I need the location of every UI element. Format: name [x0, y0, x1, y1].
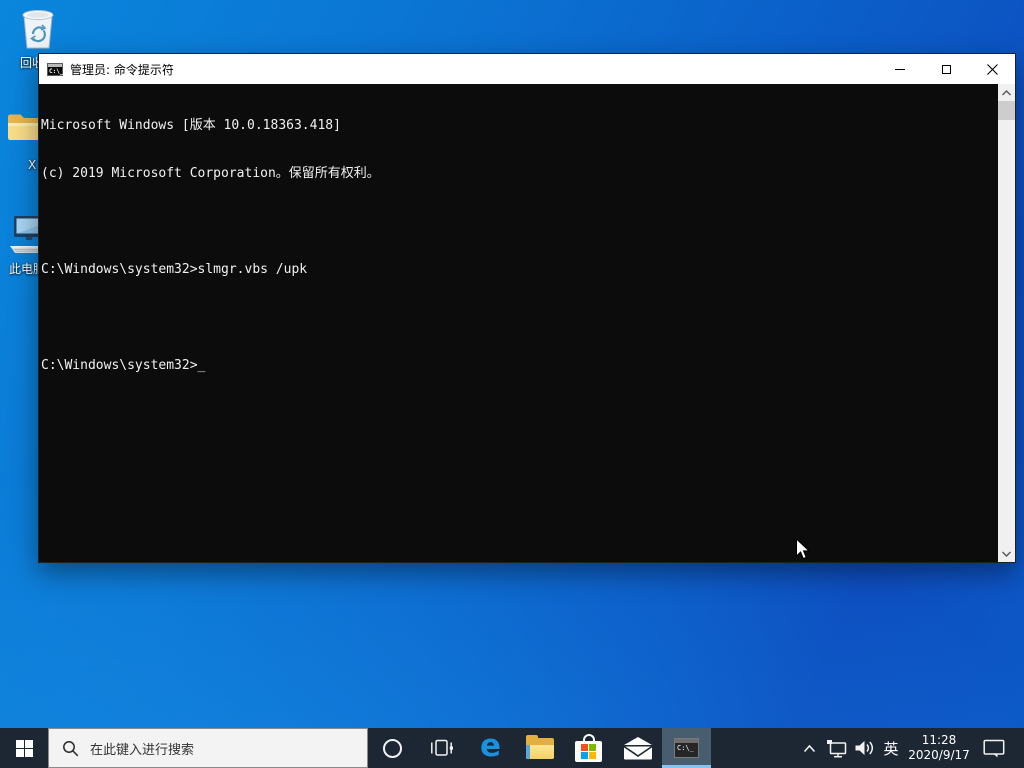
taskbar-item-cortana[interactable] [368, 728, 417, 768]
taskbar-search-input[interactable]: 在此键入进行搜索 [48, 728, 368, 768]
cmd-window-title: 管理员: 命令提示符 [70, 62, 174, 77]
tray-network[interactable] [822, 728, 850, 768]
taskbar-item-task-view[interactable] [417, 728, 466, 768]
taskbar-item-command-prompt[interactable]: C:\_ [662, 728, 711, 768]
folder-label[interactable]: X [28, 158, 36, 172]
recycle-bin-icon [22, 10, 54, 49]
search-icon [63, 740, 79, 756]
close-button[interactable] [969, 54, 1015, 84]
tray-clock[interactable]: 11:28 2020/9/17 [904, 728, 974, 768]
console-line: Microsoft Windows [版本 10.0.18363.418] [41, 118, 341, 133]
cortana-icon [383, 738, 402, 758]
system-tray: 英 11:28 2020/9/17 [796, 728, 1024, 768]
cmd-console[interactable]: Microsoft Windows [版本 10.0.18363.418] (c… [39, 84, 1015, 562]
maximize-icon [941, 64, 951, 74]
close-icon [986, 63, 998, 75]
taskbar-item-file-explorer[interactable] [515, 728, 564, 768]
scroll-up-button[interactable] [998, 84, 1015, 101]
cmd-titlebar[interactable]: C:\_ 管理员: 命令提示符 [39, 54, 1015, 84]
mail-icon [623, 736, 652, 759]
speaker-icon [855, 741, 874, 755]
tray-volume[interactable] [850, 728, 878, 768]
chevron-up-icon [803, 744, 815, 752]
network-icon [826, 739, 846, 757]
minimize-icon [895, 68, 905, 70]
cmd-window-icon: C:\_ [47, 62, 63, 76]
maximize-button[interactable] [923, 54, 969, 84]
taskbar-item-mail[interactable] [613, 728, 662, 768]
tray-show-hidden-icons[interactable] [796, 728, 822, 768]
edge-icon: e [479, 728, 502, 764]
text-cursor: _ [197, 358, 206, 373]
search-placeholder: 在此键入进行搜索 [90, 742, 195, 758]
windows-logo-icon [15, 739, 33, 757]
start-button[interactable] [0, 728, 48, 768]
file-explorer-icon [525, 734, 554, 759]
command-prompt-icon: C:\_ [674, 738, 699, 758]
taskbar-item-edge[interactable]: e [466, 728, 515, 768]
minimize-button[interactable] [877, 54, 923, 84]
console-line: (c) 2019 Microsoft Corporation。保留所有权利。 [41, 166, 380, 181]
microsoft-store-icon [575, 734, 602, 762]
tray-ime-indicator[interactable]: 英 [878, 728, 904, 768]
scroll-down-button[interactable] [998, 545, 1015, 562]
mouse-cursor [796, 538, 811, 560]
taskbar-item-store[interactable] [564, 728, 613, 768]
cmd-window: C:\_ 管理员: 命令提示符 Microsoft Windows [版本 10… [38, 53, 1016, 563]
action-center-icon [983, 739, 1005, 758]
task-view-icon [431, 739, 453, 756]
clock-time: 11:28 [921, 733, 957, 747]
taskbar: 在此键入进行搜索 e C:\_ 英 11:28 2020/9/17 [0, 728, 1024, 768]
desktop-icon-recycle-bin[interactable] [16, 4, 60, 56]
chevron-down-icon [1002, 551, 1011, 557]
console-prompt-line: C:\Windows\system32>_ [41, 358, 206, 373]
scrollbar-thumb[interactable] [998, 101, 1015, 120]
clock-date: 2020/9/17 [908, 748, 970, 762]
chevron-up-icon [1002, 89, 1011, 95]
desktop: 回收站 X 此电脑 C:\_ 管理员: 命令提示符 [0, 0, 1024, 768]
vertical-scrollbar[interactable] [998, 84, 1015, 562]
console-output: Microsoft Windows [版本 10.0.18363.418] (c… [39, 84, 998, 562]
action-center-button[interactable] [974, 728, 1014, 768]
console-line: C:\Windows\system32>slmgr.vbs /upk [41, 262, 308, 277]
